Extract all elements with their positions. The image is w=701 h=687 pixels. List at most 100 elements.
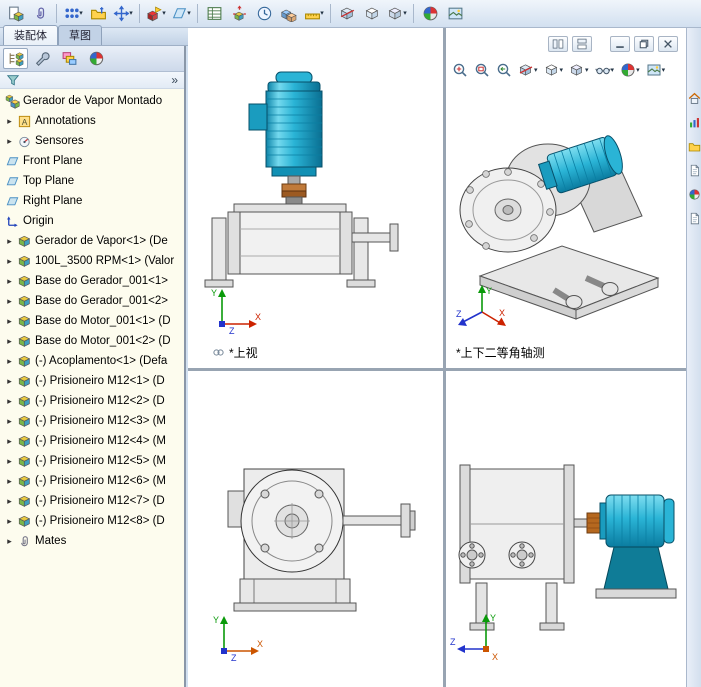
propertymanager-tab[interactable] bbox=[30, 48, 55, 69]
tab-assembly[interactable]: 装配体 bbox=[3, 25, 58, 45]
display-cube-button[interactable]: ▾ bbox=[567, 60, 591, 80]
tree-item[interactable]: ▸ (-) Prisioneiro M12<5> (M bbox=[0, 451, 184, 471]
cmp-icon bbox=[17, 494, 32, 509]
expand-arrow-icon[interactable]: ▸ bbox=[5, 496, 14, 507]
tree-item[interactable]: ▸ (-) Prisioneiro M12<2> (D bbox=[0, 391, 184, 411]
move-component-button[interactable]: ▾ bbox=[111, 2, 135, 26]
restore-button[interactable] bbox=[634, 36, 654, 52]
expand-arrow-icon[interactable]: ▸ bbox=[5, 476, 14, 487]
viewport-bottom-left[interactable]: Y X Z bbox=[188, 371, 443, 687]
reference-geometry-button[interactable]: ▾ bbox=[169, 2, 193, 26]
viewport-horizontal-splitter[interactable] bbox=[188, 368, 686, 371]
tree-item[interactable]: ▸ (-) Acoplamento<1> (Defa bbox=[0, 351, 184, 371]
tree-item[interactable]: ▸ (-) Prisioneiro M12<3> (M bbox=[0, 411, 184, 431]
zoom-prev-button[interactable] bbox=[494, 60, 514, 80]
configurationmanager-tab[interactable] bbox=[57, 48, 82, 69]
tree-item[interactable]: ▸ 100L_3500 RPM<1> (Valor bbox=[0, 251, 184, 271]
tree-item[interactable]: ▸ Gerador de Vapor<1> (De bbox=[0, 231, 184, 251]
expand-arrow-icon[interactable]: ▸ bbox=[5, 236, 14, 247]
measure-button[interactable]: ▾ bbox=[302, 2, 326, 26]
expand-arrow-icon[interactable]: ▸ bbox=[5, 316, 14, 327]
expand-arrow-icon[interactable]: ▸ bbox=[5, 136, 14, 147]
expand-arrow-icon[interactable]: ▸ bbox=[5, 116, 14, 127]
tree-item[interactable]: ▸ Base do Gerador_001<1> bbox=[0, 271, 184, 291]
zoom-fit-button[interactable] bbox=[450, 60, 470, 80]
expand-arrow-icon[interactable]: ▸ bbox=[5, 356, 14, 367]
view-cube-button[interactable] bbox=[360, 2, 384, 26]
interference-button[interactable] bbox=[277, 2, 301, 26]
taskpane-appearances-tab[interactable] bbox=[687, 186, 701, 202]
tree-root[interactable]: Gerador de Vapor Montado bbox=[0, 91, 184, 111]
dropdown-caret-icon: ▾ bbox=[559, 66, 564, 74]
svg-text:Z: Z bbox=[456, 309, 462, 319]
smart-fasteners-button[interactable] bbox=[86, 2, 110, 26]
section-view-button[interactable]: ▾ bbox=[516, 60, 540, 80]
filter-funnel-icon[interactable] bbox=[6, 73, 20, 87]
tab-sketch[interactable]: 草图 bbox=[58, 25, 102, 45]
next-window-button[interactable] bbox=[572, 36, 592, 52]
viewport-top-left[interactable]: Y X Z *上视 bbox=[188, 28, 443, 368]
scene-button[interactable]: ▾ bbox=[644, 60, 668, 80]
tree-item[interactable]: Origin bbox=[0, 211, 184, 231]
appearance-button[interactable] bbox=[418, 2, 442, 26]
taskpane-home-tab[interactable] bbox=[687, 90, 701, 106]
tree-item[interactable]: Top Plane bbox=[0, 171, 184, 191]
appearance-button[interactable]: ▾ bbox=[618, 60, 642, 80]
expand-arrow-icon[interactable]: ▸ bbox=[5, 456, 14, 467]
taskpane-resources-tab[interactable] bbox=[687, 114, 701, 130]
tree-item[interactable]: ▸ (-) Prisioneiro M12<1> (D bbox=[0, 371, 184, 391]
panel-chevron[interactable]: » bbox=[171, 73, 178, 87]
cmp-icon bbox=[17, 394, 32, 409]
tree-item[interactable]: ▸ (-) Prisioneiro M12<8> (D bbox=[0, 511, 184, 531]
pln-icon bbox=[5, 194, 20, 209]
taskpane-library-tab[interactable] bbox=[687, 138, 701, 154]
section-view-button[interactable] bbox=[335, 2, 359, 26]
tree-item[interactable]: ▸ Base do Motor_001<1> (D bbox=[0, 311, 184, 331]
tree-item[interactable]: Front Plane bbox=[0, 151, 184, 171]
expand-arrow-icon[interactable]: ▸ bbox=[5, 376, 14, 387]
bom-button[interactable] bbox=[202, 2, 226, 26]
expand-arrow-icon[interactable]: ▸ bbox=[5, 436, 14, 447]
expand-arrow-icon[interactable]: ▸ bbox=[5, 336, 14, 347]
insert-component-button[interactable] bbox=[3, 2, 27, 26]
expand-arrow-icon[interactable]: ▸ bbox=[5, 296, 14, 307]
expand-arrow-icon[interactable]: ▸ bbox=[5, 256, 14, 267]
tree-item[interactable]: Right Plane bbox=[0, 191, 184, 211]
tree-item[interactable]: ▸ Sensores bbox=[0, 131, 184, 151]
viewport-bottom-right[interactable]: Y Z X bbox=[446, 371, 686, 687]
expand-arrow-icon[interactable]: ▸ bbox=[5, 416, 14, 427]
tree-item-label: (-) Prisioneiro M12<8> (D bbox=[35, 515, 165, 527]
viewport-vertical-splitter[interactable] bbox=[443, 28, 446, 687]
glasses-button[interactable]: ▾ bbox=[593, 60, 617, 80]
display-cube-button[interactable]: ▾ bbox=[385, 2, 409, 26]
previous-window-button[interactable] bbox=[548, 36, 568, 52]
minimize-button[interactable] bbox=[610, 36, 630, 52]
expand-arrow-icon[interactable]: ▸ bbox=[5, 396, 14, 407]
expand-arrow-icon[interactable]: ▸ bbox=[5, 516, 14, 527]
expand-arrow-icon[interactable]: ▸ bbox=[5, 276, 14, 287]
view-cube-button[interactable]: ▾ bbox=[542, 60, 566, 80]
tree-item[interactable]: ▸ Mates bbox=[0, 531, 184, 551]
tree-item-label: 100L_3500 RPM<1> (Valor bbox=[35, 255, 175, 267]
linear-pattern-button[interactable]: ▾ bbox=[61, 2, 85, 26]
tree-item[interactable]: ▸ (-) Prisioneiro M12<4> (M bbox=[0, 431, 184, 451]
tree-item[interactable]: ▸ (-) Prisioneiro M12<7> (D bbox=[0, 491, 184, 511]
taskpane-palette-tab[interactable] bbox=[687, 162, 701, 178]
tree-item[interactable]: ▸ Base do Gerador_001<2> bbox=[0, 291, 184, 311]
assembly-icon bbox=[5, 94, 20, 109]
displaymanager-tab[interactable] bbox=[84, 48, 109, 69]
graphics-area[interactable]: Y X Z *上视 Y X Z *上下二等角轴测 Y X Z Y Z X ▾ ▾… bbox=[188, 28, 686, 687]
mate-button[interactable] bbox=[28, 2, 52, 26]
expand-arrow-icon[interactable]: ▸ bbox=[5, 536, 14, 547]
scene-button[interactable] bbox=[443, 2, 467, 26]
tree-item[interactable]: ▸ (-) Prisioneiro M12<6> (M bbox=[0, 471, 184, 491]
zoom-area-button[interactable] bbox=[472, 60, 492, 80]
taskpane-properties-tab[interactable] bbox=[687, 210, 701, 226]
motion-study-button[interactable] bbox=[252, 2, 276, 26]
featuremanager-tab[interactable] bbox=[3, 48, 28, 69]
tree-item[interactable]: ▸ Base do Motor_001<2> (D bbox=[0, 331, 184, 351]
close-button[interactable] bbox=[658, 36, 678, 52]
tree-item[interactable]: ▸ A Annotations bbox=[0, 111, 184, 131]
exploded-view-button[interactable] bbox=[227, 2, 251, 26]
assembly-feature-button[interactable]: ▾ bbox=[144, 2, 168, 26]
